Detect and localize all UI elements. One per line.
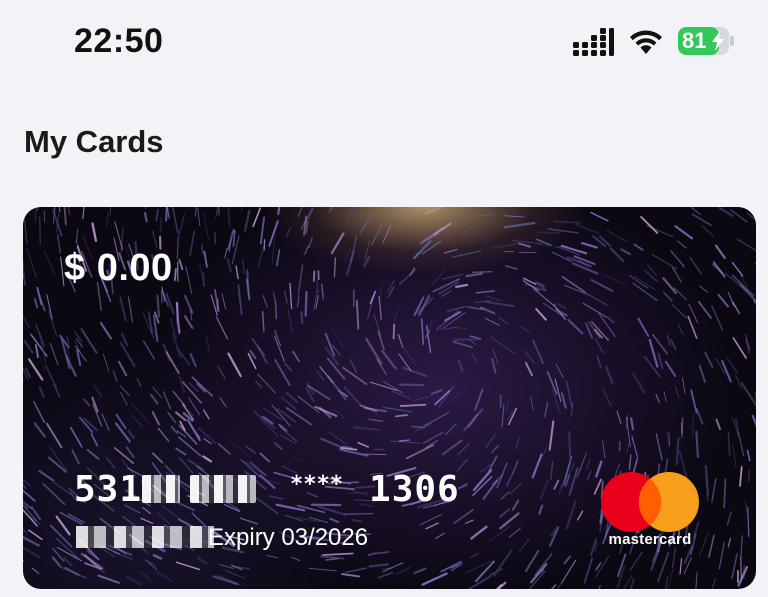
card-expiry: Expiry 03/2026 (208, 524, 369, 551)
payment-card[interactable]: $ 0.00 531 **** 1306 Expiry 03/2026 mast… (23, 207, 756, 589)
status-bar: 22:50 81 (0, 0, 768, 84)
status-time: 22:50 (74, 22, 164, 60)
card-number: 531 **** 1306 (74, 468, 460, 510)
card-number-redacted (190, 475, 257, 503)
card-network-label: mastercard (608, 531, 692, 548)
card-number-last4: 1306 (369, 468, 460, 510)
card-balance: $ 0.00 (64, 247, 173, 289)
card-number-prefix: 531 (74, 468, 143, 510)
battery-cap (730, 36, 734, 46)
battery-indicator: 81 (678, 27, 734, 55)
mastercard-logo-icon (601, 472, 699, 532)
card-number-masked: **** (290, 471, 344, 497)
page-title: My Cards (24, 124, 164, 159)
bolt-icon (712, 31, 724, 51)
battery-level: 81 (682, 28, 707, 53)
card-holder-redacted (76, 526, 214, 548)
card-number-redacted (142, 475, 181, 503)
wifi-icon (630, 30, 662, 54)
cellular-signal-icon (573, 28, 614, 56)
